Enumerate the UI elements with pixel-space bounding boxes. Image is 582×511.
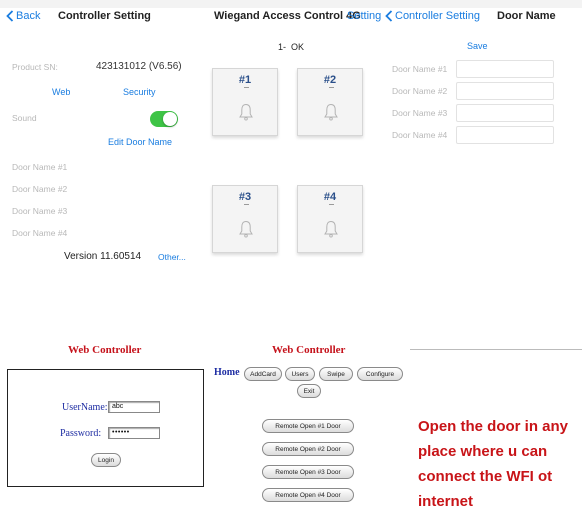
swipe-button[interactable]: Swipe [319,367,353,381]
controller-setting-back-button[interactable]: Controller Setting [385,10,480,22]
door-name-4-label: Door Name #4 [12,228,68,238]
chevron-left-icon [385,10,393,22]
remote-open-door-3-button[interactable]: Remote Open #3 Door [262,465,354,479]
login-form [7,369,204,487]
promo-line-3: connect the WFI ot [418,468,553,485]
door-button-2[interactable]: #2 [297,68,363,136]
web-login-title: Web Controller [68,344,142,356]
addcard-button[interactable]: AddCard [244,367,282,381]
password-label: Password: [60,428,102,439]
web-controller-title: Web Controller [272,344,346,356]
door-name-2-label: Door Name #2 [12,184,68,194]
door-number: #2 [323,74,337,86]
other-link[interactable]: Other... [158,252,186,262]
chevron-left-icon [6,10,14,22]
username-input[interactable]: abc [108,401,160,413]
status-text: 1- OK [278,42,305,52]
divider [410,349,582,350]
door-name-input-2[interactable] [456,82,554,100]
back-label: Controller Setting [395,10,480,22]
door-name-title: Door Name [497,10,556,22]
toggle-knob [163,112,177,126]
promo-line-1: Open the door in any [418,418,569,435]
save-button[interactable]: Save [467,41,488,51]
remote-open-door-4-button[interactable]: Remote Open #4 Door [262,488,354,502]
cropped-header-strip [0,0,582,8]
home-link[interactable]: Home [214,367,240,378]
setting-link[interactable]: Setting [347,10,381,22]
door-button-4[interactable]: #4 [297,185,363,253]
back-button[interactable]: Back [6,10,40,22]
promo-line-4: internet [418,493,474,510]
door-number: #3 [238,191,252,203]
door-name-input-1[interactable] [456,60,554,78]
controller-setting-title: Controller Setting [58,10,151,22]
remote-open-door-2-button[interactable]: Remote Open #2 Door [262,442,354,456]
bell-icon [324,220,338,238]
door-name-input-4[interactable] [456,126,554,144]
door-name-field-label-1: Door Name #1 [392,64,448,74]
door-name-input-3[interactable] [456,104,554,122]
door-name-field-label-3: Door Name #3 [392,108,448,118]
remote-open-door-1-button[interactable]: Remote Open #1 Door [262,419,354,433]
door-number: #1 [238,74,252,86]
product-sn-label: Product SN: [12,62,58,72]
bell-icon [239,103,253,121]
sound-toggle[interactable] [150,111,178,127]
login-button[interactable]: Login [91,453,121,467]
wiegand-title: Wiegand Access Control 4G [214,10,361,22]
door-number: #4 [323,191,337,203]
web-link[interactable]: Web [52,87,70,97]
door-indicator [244,204,249,205]
door-name-field-label-2: Door Name #2 [392,86,448,96]
back-label: Back [16,10,41,22]
door-indicator [329,87,334,88]
exit-button[interactable]: Exit [297,384,321,398]
security-link[interactable]: Security [123,87,156,97]
configure-button[interactable]: Configure [357,367,403,381]
users-button[interactable]: Users [285,367,315,381]
door-name-field-label-4: Door Name #4 [392,130,448,140]
door-indicator [244,87,249,88]
door-name-1-label: Door Name #1 [12,162,68,172]
version-text: Version 11.60514 [64,251,142,262]
username-label: UserName: [62,402,108,413]
door-button-1[interactable]: #1 [212,68,278,136]
password-input[interactable]: •••••• [108,427,160,439]
bell-icon [324,103,338,121]
door-name-3-label: Door Name #3 [12,206,68,216]
sound-label: Sound [12,113,37,123]
door-indicator [329,204,334,205]
edit-door-name-link[interactable]: Edit Door Name [108,137,172,147]
promo-line-2: place where u can [418,443,548,460]
product-sn-value: 423131012 (V6.56) [96,61,182,72]
bell-icon [239,220,253,238]
door-button-3[interactable]: #3 [212,185,278,253]
